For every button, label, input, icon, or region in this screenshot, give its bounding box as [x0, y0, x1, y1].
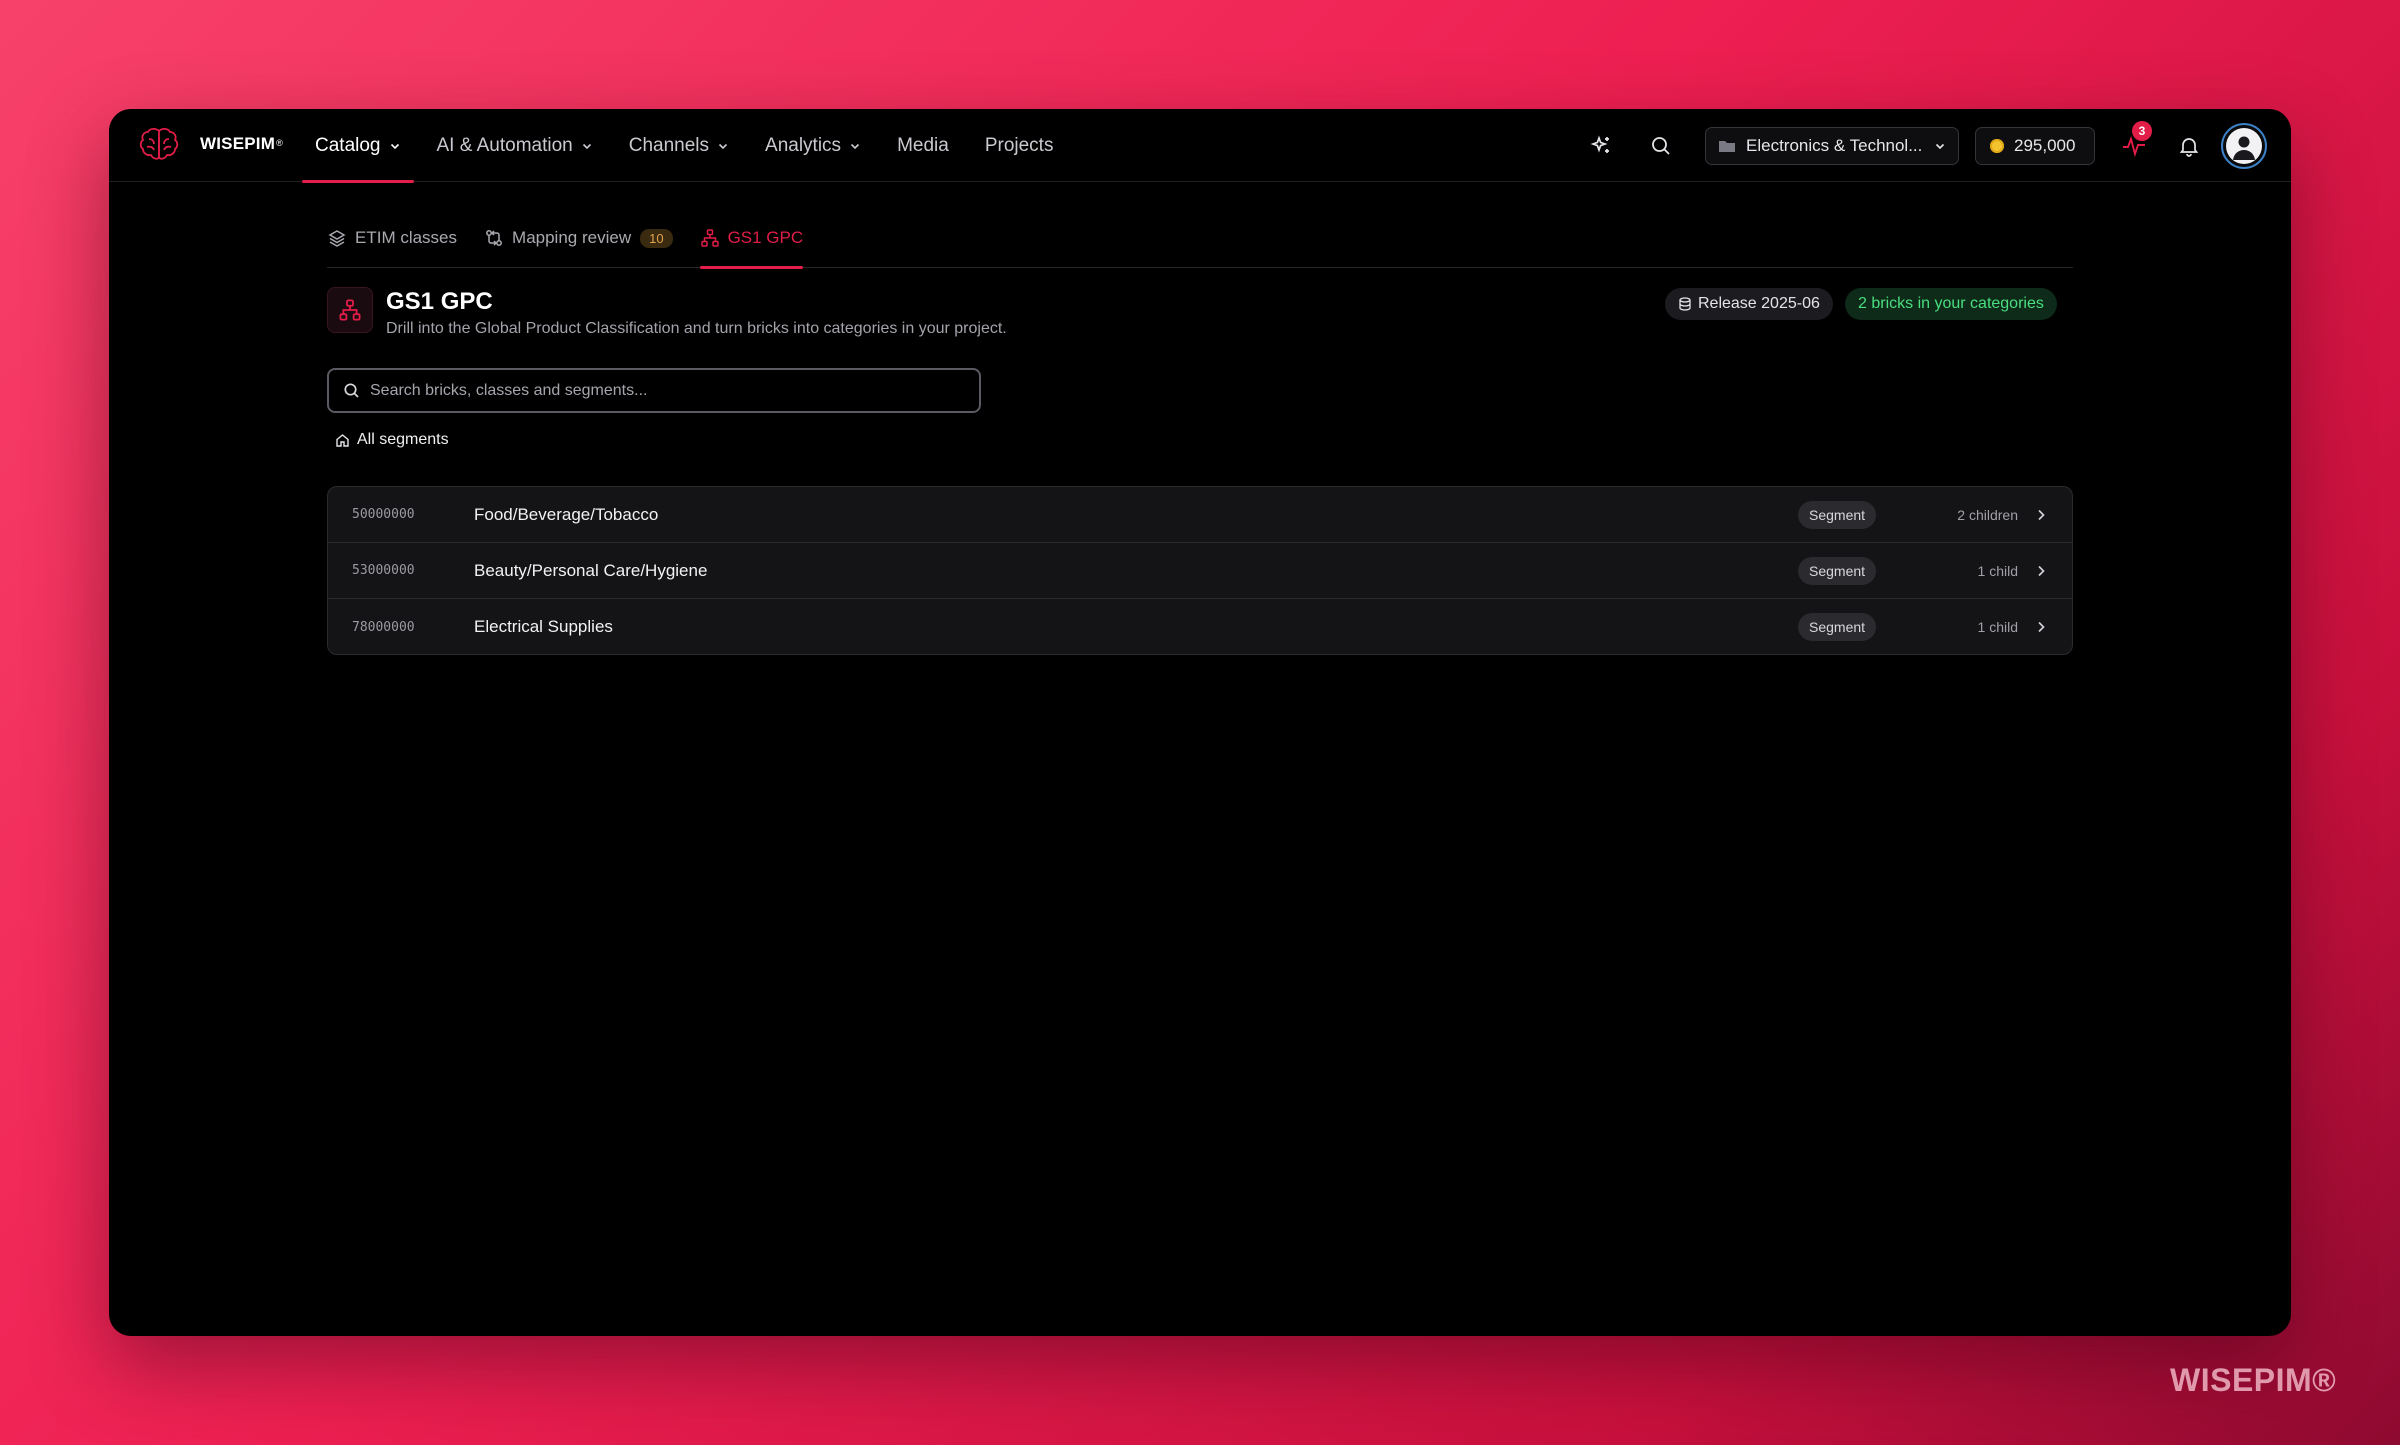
- notifications-button[interactable]: [2171, 128, 2207, 164]
- top-navigation-bar: WISEPIM® Catalog AI & Automation Channel…: [109, 109, 2291, 183]
- chevron-down-icon: [1935, 143, 1945, 150]
- nav-channels[interactable]: Channels: [616, 109, 742, 182]
- classification-tabs: ETIM classes Mapping review 10 GS1 GPC: [327, 222, 2073, 269]
- page-description: Drill into the Global Product Classifica…: [386, 320, 1007, 337]
- folder-icon: [1719, 141, 1735, 152]
- sparkles-icon: [1590, 135, 1609, 153]
- chevron-down-icon: [390, 143, 399, 149]
- tab-gs1-label: GS1 GPC: [727, 228, 804, 247]
- chevron-right-icon: [2038, 509, 2045, 520]
- nav-media-label: Media: [897, 134, 949, 156]
- release-badge: Release 2025-06: [1665, 288, 1833, 320]
- segments-table: 50000000 Food/Beverage/Tobacco Segment 2…: [327, 486, 2073, 655]
- chevron-down-icon: [718, 143, 728, 149]
- search-icon: [1652, 137, 1670, 155]
- segment-code: 50000000: [352, 507, 415, 522]
- breadcrumb-all-segments[interactable]: All segments: [335, 431, 449, 449]
- search-button[interactable]: [1643, 128, 1679, 164]
- chevron-down-icon: [582, 143, 591, 149]
- segment-type-badge: Segment: [1798, 557, 1877, 585]
- user-avatar[interactable]: [2221, 123, 2267, 169]
- coin-icon: [1990, 139, 2004, 153]
- search-field[interactable]: [327, 368, 981, 413]
- segment-name: Food/Beverage/Tobacco: [474, 504, 659, 524]
- segment-name: Beauty/Personal Care/Hygiene: [474, 560, 708, 580]
- tab-etim-label: ETIM classes: [355, 228, 458, 247]
- main-nav: Catalog AI & Automation Channels Analyti…: [302, 109, 1076, 183]
- credits-value: 295,000: [2014, 136, 2076, 155]
- home-icon: [336, 433, 349, 447]
- chevron-right-icon: [2038, 565, 2045, 576]
- search-input[interactable]: [370, 381, 965, 400]
- segment-type-badge: Segment: [1798, 613, 1877, 641]
- mapping-count-badge: 10: [640, 228, 673, 248]
- nav-ai-automation[interactable]: AI & Automation: [424, 109, 606, 182]
- git-compare-icon: [486, 230, 502, 246]
- workspace-selector[interactable]: Electronics & Technol...: [1705, 127, 1959, 165]
- tab-mapping-label: Mapping review: [512, 228, 632, 247]
- nav-media[interactable]: Media: [884, 109, 962, 182]
- database-icon: [1679, 297, 1691, 311]
- workspace-label: Electronics & Technol...: [1746, 136, 1923, 155]
- nav-analytics[interactable]: Analytics: [752, 109, 874, 182]
- tab-gs1-gpc[interactable]: GS1 GPC: [699, 222, 804, 269]
- chevron-right-icon: [2038, 621, 2045, 633]
- children-count: 1 child: [1977, 562, 2018, 579]
- gs1-hierarchy-icon: [327, 287, 373, 333]
- layers-icon: [328, 230, 346, 247]
- page-title: GS1 GPC: [386, 288, 493, 315]
- table-row[interactable]: 78000000 Electrical Supplies Segment 1 c…: [328, 599, 2072, 654]
- bell-icon: [2179, 138, 2199, 157]
- segment-code: 53000000: [352, 563, 415, 578]
- tab-etim-classes[interactable]: ETIM classes: [327, 222, 457, 268]
- segment-code: 78000000: [352, 619, 415, 635]
- app-window: WISEPIM® Catalog AI & Automation Channel…: [109, 109, 2291, 1336]
- children-count: 2 children: [1957, 506, 2018, 523]
- chevron-down-icon: [850, 143, 860, 149]
- person-icon: [2233, 136, 2255, 160]
- ai-sparkle-button[interactable]: [1583, 128, 1619, 164]
- nav-catalog-label: Catalog: [315, 134, 381, 156]
- search-icon: [344, 383, 359, 398]
- brain-logo-icon[interactable]: [137, 125, 181, 165]
- activity-count-badge: 3: [2132, 121, 2152, 141]
- nav-projects-label: Projects: [984, 134, 1054, 156]
- credits-balance[interactable]: 295,000: [1975, 127, 2095, 165]
- segment-name: Electrical Supplies: [474, 617, 613, 636]
- user-icon: [2226, 128, 2262, 164]
- nav-analytics-label: Analytics: [765, 134, 842, 156]
- hierarchy-icon: [700, 229, 719, 247]
- children-count: 1 child: [1977, 619, 2018, 635]
- tab-mapping-review[interactable]: Mapping review 10: [484, 222, 673, 268]
- brand-name: WISEPIM®: [200, 134, 283, 153]
- segment-type-badge: Segment: [1798, 501, 1877, 529]
- watermark-logo: WISEPIM®: [2170, 1362, 2337, 1398]
- breadcrumb-label: All segments: [357, 431, 449, 448]
- nav-channels-label: Channels: [628, 134, 710, 156]
- release-label: Release 2025-06: [1698, 295, 1820, 312]
- nav-catalog[interactable]: Catalog: [302, 109, 414, 183]
- nav-ai-automation-label: AI & Automation: [436, 134, 573, 156]
- table-row[interactable]: 53000000 Beauty/Personal Care/Hygiene Se…: [328, 543, 2072, 599]
- table-row[interactable]: 50000000 Food/Beverage/Tobacco Segment 2…: [328, 487, 2072, 543]
- bricks-status-badge: 2 bricks in your categories: [1845, 288, 2057, 320]
- nav-projects[interactable]: Projects: [972, 109, 1067, 182]
